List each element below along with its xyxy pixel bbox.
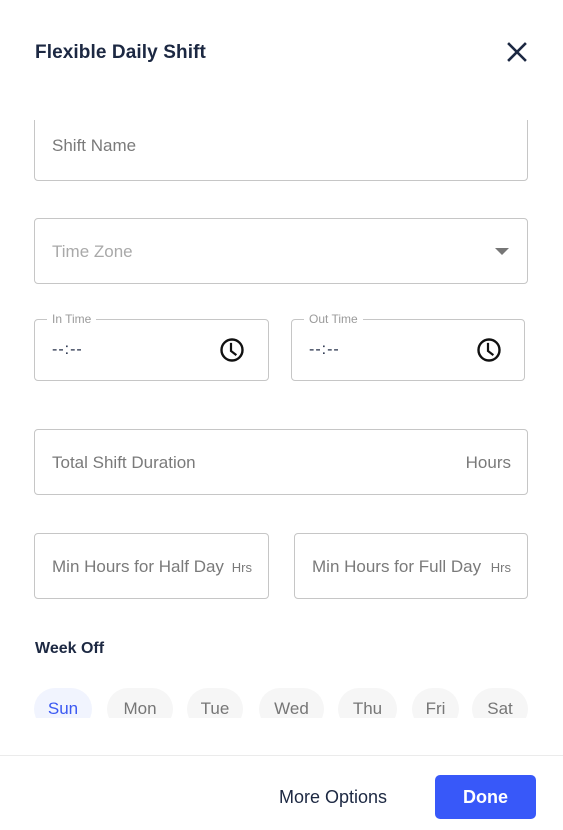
out-time-label: Out Time bbox=[304, 312, 363, 326]
close-button[interactable] bbox=[504, 39, 530, 65]
day-label: Sat bbox=[487, 699, 513, 718]
time-zone-select[interactable]: Time Zone bbox=[34, 218, 528, 284]
min-hours-full-day-placeholder: Min Hours for Full Day bbox=[312, 557, 482, 576]
total-shift-duration-placeholder: Total Shift Duration bbox=[52, 453, 196, 472]
dialog-title: Flexible Daily Shift bbox=[35, 42, 206, 63]
day-pill-sat[interactable]: Sat bbox=[472, 688, 528, 718]
in-time-input[interactable]: In Time --:-- bbox=[34, 312, 269, 381]
day-label: Tue bbox=[200, 699, 230, 718]
day-pill-wed[interactable]: Wed bbox=[259, 688, 324, 718]
more-options-button[interactable]: More Options bbox=[270, 776, 396, 818]
day-pill-sun[interactable]: Sun bbox=[34, 688, 92, 718]
done-button[interactable]: Done bbox=[435, 775, 536, 819]
close-icon bbox=[507, 42, 527, 62]
day-pill-thu[interactable]: Thu bbox=[338, 688, 397, 718]
day-label: Fri bbox=[425, 699, 446, 718]
hrs-suffix: Hrs bbox=[490, 560, 511, 575]
dropdown-arrow-icon bbox=[495, 248, 509, 255]
clock-icon[interactable] bbox=[476, 337, 502, 363]
hrs-suffix: Hrs bbox=[231, 560, 252, 575]
day-label: Thu bbox=[352, 699, 383, 718]
day-label: Wed bbox=[274, 699, 309, 718]
out-time-value: --:-- bbox=[309, 341, 340, 358]
week-off-label: Week Off bbox=[35, 640, 105, 657]
day-label: Sun bbox=[47, 699, 79, 718]
time-zone-placeholder: Time Zone bbox=[52, 242, 133, 261]
out-time-input[interactable]: Out Time --:-- bbox=[291, 312, 525, 381]
footer-divider bbox=[0, 755, 563, 756]
clock-icon[interactable] bbox=[219, 337, 245, 363]
hours-suffix: Hours bbox=[465, 453, 511, 472]
day-label: Mon bbox=[123, 699, 157, 718]
total-shift-duration-input[interactable]: Total Shift Duration Hours bbox=[34, 429, 528, 495]
day-pill-fri[interactable]: Fri bbox=[412, 688, 459, 718]
day-pill-mon[interactable]: Mon bbox=[107, 688, 173, 718]
form-scroll-area[interactable]: Shift Name Time Zone In Time --:-- Out T… bbox=[0, 120, 563, 718]
min-hours-half-day-placeholder: Min Hours for Half Day bbox=[52, 557, 224, 576]
in-time-label: In Time bbox=[47, 312, 97, 326]
min-hours-half-day-input[interactable]: Min Hours for Half Day Hrs bbox=[34, 533, 269, 599]
day-pill-tue[interactable]: Tue bbox=[187, 688, 243, 718]
in-time-value: --:-- bbox=[52, 341, 83, 358]
min-hours-full-day-input[interactable]: Min Hours for Full Day Hrs bbox=[294, 533, 528, 599]
shift-name-placeholder: Shift Name bbox=[52, 136, 137, 155]
shift-name-input[interactable]: Shift Name bbox=[34, 120, 528, 181]
